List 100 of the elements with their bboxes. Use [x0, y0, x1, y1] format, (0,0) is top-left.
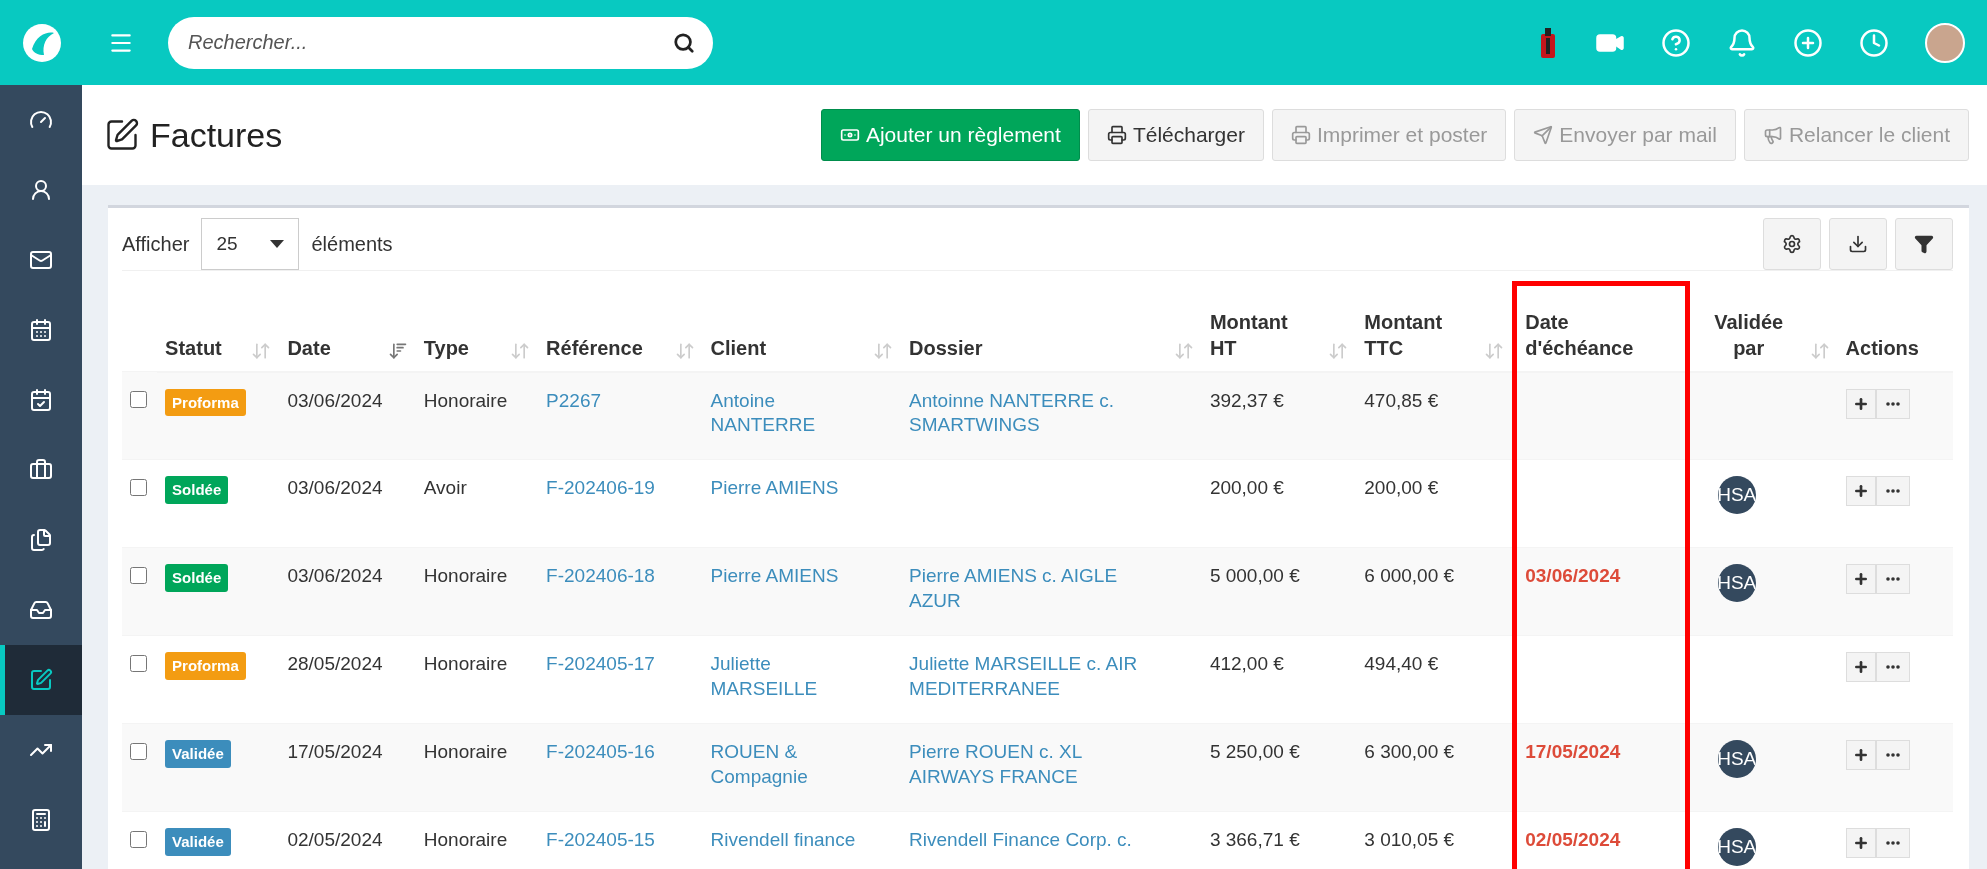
date-cell: 17/05/2024 — [287, 741, 383, 762]
due-date: 17/05/2024 — [1525, 741, 1621, 762]
column-header[interactable]: Type — [415, 283, 539, 372]
due-date: 03/06/2024 — [1525, 565, 1621, 586]
client-link[interactable]: Antoine NANTERRE — [710, 388, 861, 438]
dossier-link[interactable]: Rivendell Finance Corp. c. — [909, 828, 1160, 853]
row-checkbox[interactable] — [130, 479, 147, 496]
validator-avatar: HSA — [1717, 828, 1756, 866]
plus-icon — [1852, 395, 1869, 412]
calendar-icon — [29, 318, 53, 342]
add-button[interactable] — [1845, 476, 1876, 506]
length-label: Afficher — [122, 232, 190, 256]
status-label: Soldée — [165, 476, 229, 504]
amount-cell: 3 366,71 € — [1209, 829, 1300, 850]
more-button[interactable] — [1875, 740, 1910, 770]
amount-cell: 392,37 € — [1209, 389, 1284, 411]
download-icon — [1848, 234, 1868, 254]
column-header[interactable]: Date — [279, 283, 416, 372]
briefcase-icon — [29, 458, 53, 482]
amount-cell: 494,40 € — [1364, 653, 1439, 674]
print-icon — [1290, 125, 1311, 145]
status-label: Proforma — [165, 652, 246, 680]
page-size-select[interactable]: 25 — [201, 218, 300, 270]
more-button[interactable] — [1875, 828, 1910, 858]
client-link[interactable]: Rivendell finance — [710, 828, 861, 853]
row-checkbox[interactable] — [130, 567, 147, 584]
dossier-link[interactable]: Juliette MARSEILLE c. AIR MEDITERRANEE — [909, 652, 1160, 702]
type-cell: Honoraire — [423, 829, 508, 850]
type-cell: Avoir — [423, 477, 467, 498]
date-cell: 28/05/2024 — [287, 653, 383, 674]
type-cell: Honoraire — [423, 565, 508, 586]
column-header: Actions — [1837, 283, 1953, 372]
date-cell: 03/06/2024 — [287, 389, 383, 411]
more-button[interactable] — [1875, 476, 1910, 506]
amount-cell: 412,00 € — [1209, 653, 1284, 674]
tray-icon — [29, 598, 53, 622]
reference-link[interactable]: F-202405-15 — [546, 828, 695, 853]
status-label: Validée — [165, 740, 231, 768]
more-button[interactable] — [1875, 652, 1910, 682]
client-link[interactable]: Juliette MARSEILLE — [710, 652, 861, 702]
client-link[interactable]: Pierre AMIENS — [710, 564, 861, 589]
more-icon — [1885, 841, 1900, 845]
more-button[interactable] — [1875, 564, 1910, 594]
row-checkbox[interactable] — [130, 743, 147, 760]
plus-icon — [1852, 483, 1869, 499]
length-label: éléments — [311, 232, 393, 256]
type-cell: Honoraire — [423, 741, 508, 762]
date-cell: 03/06/2024 — [287, 477, 383, 498]
add-button[interactable] — [1845, 828, 1876, 858]
dossier-link[interactable]: Pierre AMIENS c. AIGLE AZUR — [909, 564, 1160, 614]
add-button[interactable] — [1845, 740, 1876, 770]
add-button[interactable] — [1845, 564, 1876, 594]
amount-cell: 200,00 € — [1209, 477, 1284, 498]
row-checkbox[interactable] — [130, 831, 147, 848]
search-icon[interactable] — [673, 31, 695, 54]
client-link[interactable]: Pierre AMIENS — [710, 476, 861, 501]
status-label: Soldée — [165, 564, 229, 592]
edit-icon — [104, 117, 140, 153]
plus-icon — [1852, 835, 1869, 851]
dossier-link[interactable]: Pierre ROUEN c. XL AIRWAYS FRANCE — [909, 740, 1160, 790]
column-header[interactable]: Montant TTC — [1356, 283, 1515, 372]
column-header[interactable]: Statut — [157, 283, 280, 372]
reference-link[interactable]: F-202406-19 — [546, 476, 695, 501]
column-header[interactable]: Dossier — [901, 283, 1202, 372]
sidebar-item[interactable] — [0, 645, 82, 715]
edit-icon — [29, 668, 53, 692]
due-date: 02/05/2024 — [1525, 829, 1621, 850]
action-button[interactable]: Ajouter un règlement — [820, 109, 1080, 161]
add-button[interactable] — [1845, 388, 1876, 419]
column-header[interactable]: Validée par — [1687, 283, 1838, 372]
reference-link[interactable]: F-202405-16 — [546, 740, 695, 765]
column-header[interactable]: Référence — [538, 283, 703, 372]
reference-link[interactable]: F-202406-18 — [546, 564, 695, 589]
reference-link[interactable]: P2267 — [546, 388, 695, 414]
plus-icon — [1852, 571, 1869, 587]
amount-cell: 470,85 € — [1364, 389, 1439, 411]
settings-icon — [1782, 234, 1802, 254]
search-field[interactable]: Rechercher... — [168, 16, 713, 69]
more-button[interactable] — [1875, 388, 1910, 419]
action-button[interactable]: Télécharger — [1087, 109, 1264, 161]
row-checkbox[interactable] — [130, 391, 147, 408]
filter-button[interactable] — [1895, 218, 1953, 270]
more-icon — [1885, 753, 1900, 757]
row-checkbox[interactable] — [130, 655, 147, 672]
download-button[interactable] — [1829, 218, 1887, 270]
settings-button[interactable] — [1763, 218, 1821, 270]
amount-cell: 5 250,00 € — [1209, 741, 1300, 762]
dossier-link[interactable]: Antoinne NANTERRE c. SMARTWINGS — [909, 388, 1160, 438]
date-cell: 02/05/2024 — [287, 829, 383, 850]
validator-avatar: HSA — [1717, 740, 1756, 778]
validator-avatar: HSA — [1717, 476, 1756, 514]
calculator-icon — [29, 808, 53, 832]
caret-icon — [270, 240, 285, 248]
reference-link[interactable]: F-202405-17 — [546, 652, 695, 677]
amount-cell: 200,00 € — [1364, 477, 1439, 498]
add-button[interactable] — [1845, 652, 1876, 682]
print-icon — [1106, 125, 1127, 145]
column-header[interactable]: Montant HT — [1201, 283, 1357, 372]
column-header[interactable]: Client — [702, 283, 902, 372]
client-link[interactable]: ROUEN & Compagnie — [710, 740, 861, 790]
